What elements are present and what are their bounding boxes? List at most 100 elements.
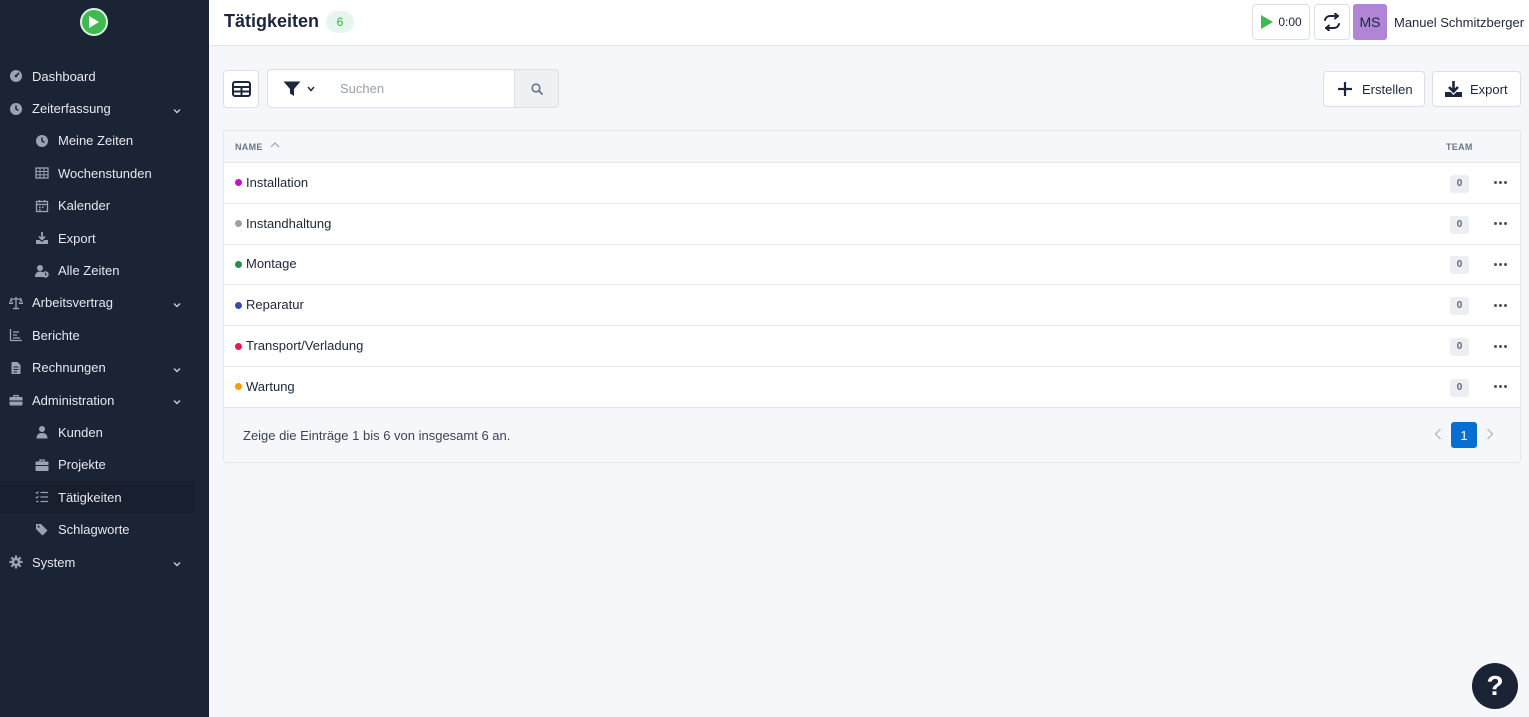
team-count-badge: 0: [1450, 256, 1469, 275]
sidebar-item-system[interactable]: System: [0, 546, 209, 578]
sidebar-item-rechnungen[interactable]: Rechnungen: [0, 352, 209, 384]
more-actions-icon[interactable]: [1492, 340, 1508, 352]
logo[interactable]: [80, 8, 108, 36]
create-button[interactable]: Erstellen: [1323, 71, 1425, 107]
activity-name[interactable]: Installation: [246, 175, 308, 191]
table-row[interactable]: Reparatur 0: [224, 285, 1520, 327]
table-row[interactable]: Montage 0: [224, 245, 1520, 286]
sidebar-item-administration[interactable]: Administration: [0, 384, 209, 416]
table-header: Name Team: [224, 131, 1520, 163]
chart-icon: [9, 328, 23, 342]
briefcase-icon: [35, 458, 49, 472]
chevron-down-icon: [306, 86, 315, 92]
sidebar-item-arbeitsvertrag[interactable]: Arbeitsvertrag: [0, 287, 209, 319]
sidebar-item-berichte[interactable]: Berichte: [0, 319, 209, 351]
timer-label: 0:00: [1278, 15, 1302, 29]
help-button[interactable]: ?: [1472, 663, 1518, 709]
count-badge: 6: [326, 11, 354, 33]
sidebar-item-label: Administration: [32, 392, 115, 408]
table-row[interactable]: Installation 0: [224, 163, 1520, 204]
more-actions-icon[interactable]: [1492, 299, 1508, 311]
more-actions-icon[interactable]: [1492, 381, 1508, 393]
color-dot: [235, 383, 242, 391]
sidebar-item-kunden[interactable]: Kunden: [0, 416, 209, 448]
search-input[interactable]: [329, 69, 515, 108]
sidebar-item-label: Wochenstunden: [58, 165, 152, 181]
sidebar-item-zeiterfassung[interactable]: Zeiterfassung: [0, 92, 209, 124]
activities-table: Name Team Installation 0 Instandhaltung 0 Mo…: [223, 130, 1521, 463]
page-title: Tätigkeiten: [224, 11, 320, 31]
clock-icon: [35, 134, 49, 148]
header: Tätigkeiten 6 0:00 MS Manuel Schmitzberg…: [209, 0, 1529, 46]
search-button[interactable]: [514, 69, 559, 108]
sidebar-item-kalender[interactable]: Kalender: [0, 190, 209, 222]
sidebar-item-label: Export: [58, 230, 96, 246]
sidebar-item-dashboard[interactable]: Dashboard: [0, 60, 209, 92]
team-count-badge: 0: [1450, 215, 1469, 234]
sidebar-item-schlagworte[interactable]: Schlagworte: [0, 513, 209, 545]
sidebar-item-projekte[interactable]: Projekte: [0, 449, 209, 481]
create-label: Erstellen: [1362, 81, 1413, 97]
color-dot: [235, 260, 242, 268]
page-number-button[interactable]: 1: [1451, 422, 1477, 448]
sidebar-item-alle-zeiten[interactable]: Alle Zeiten: [0, 254, 209, 286]
user-icon: [35, 425, 49, 439]
sidebar-item-label: Tätigkeiten: [58, 489, 122, 505]
filter-button[interactable]: [267, 69, 330, 108]
sidebar-item-wochenstunden[interactable]: Wochenstunden: [0, 157, 209, 189]
sidebar-item-taetigkeiten[interactable]: Tätigkeiten: [0, 481, 195, 514]
table-row[interactable]: Wartung 0: [224, 367, 1520, 408]
next-page-button[interactable]: [1483, 426, 1497, 442]
dashboard-icon: [9, 69, 23, 83]
column-header-name[interactable]: Name: [235, 142, 263, 152]
sidebar-item-label: Kalender: [58, 198, 111, 214]
sidebar: Dashboard Zeiterfassung Meine Zeiten Wochen…: [0, 0, 209, 717]
table-row[interactable]: Transport/Verladung 0: [224, 326, 1520, 367]
export-label: Export: [1470, 81, 1508, 97]
more-actions-icon[interactable]: [1492, 177, 1508, 189]
timer-button[interactable]: 0:00: [1252, 4, 1310, 40]
play-icon: [89, 16, 99, 28]
sync-button[interactable]: [1314, 4, 1350, 40]
team-count-badge: 0: [1450, 338, 1469, 357]
sidebar-item-label: Schlagworte: [58, 522, 130, 538]
previous-page-button[interactable]: [1431, 426, 1445, 442]
user-name[interactable]: Manuel Schmitzberger: [1394, 15, 1524, 30]
activity-name[interactable]: Montage: [246, 256, 297, 272]
table-view-button[interactable]: [223, 70, 259, 108]
avatar[interactable]: MS: [1353, 4, 1387, 40]
activity-name[interactable]: Wartung: [246, 379, 295, 395]
download-icon: [1445, 81, 1462, 97]
filter-icon: [283, 81, 300, 96]
clock-icon: [9, 102, 23, 116]
tasks-icon: [35, 490, 49, 504]
team-count-badge: 0: [1450, 174, 1469, 193]
activity-name[interactable]: Reparatur: [246, 297, 304, 313]
sort-ascending-icon[interactable]: [270, 140, 280, 150]
invoice-icon: [9, 361, 23, 375]
more-actions-icon[interactable]: [1492, 258, 1508, 270]
sidebar-item-label: Alle Zeiten: [58, 263, 120, 279]
sidebar-item-label: Zeiterfassung: [32, 101, 111, 117]
plus-icon: [1338, 82, 1352, 96]
sidebar-item-meine-zeiten[interactable]: Meine Zeiten: [0, 125, 209, 157]
more-actions-icon[interactable]: [1492, 218, 1508, 230]
activity-name[interactable]: Instandhaltung: [246, 216, 331, 232]
sidebar-item-label: Projekte: [58, 457, 106, 473]
sidebar-item-label: Rechnungen: [32, 360, 106, 376]
download-icon: [35, 231, 49, 245]
sidebar-item-export[interactable]: Export: [0, 222, 209, 254]
pagination-info: Zeige die Einträge 1 bis 6 von insgesamt…: [243, 428, 511, 443]
gear-icon: [9, 555, 23, 569]
user-clock-icon: [35, 264, 49, 278]
activity-name[interactable]: Transport/Verladung: [246, 338, 363, 354]
search-icon: [530, 82, 543, 95]
sidebar-nav: Dashboard Zeiterfassung Meine Zeiten Wochen…: [0, 60, 209, 578]
sidebar-item-label: Kunden: [58, 424, 103, 440]
export-button[interactable]: Export: [1432, 71, 1521, 107]
sidebar-item-label: Arbeitsvertrag: [32, 295, 113, 311]
column-header-team[interactable]: Team: [1446, 142, 1473, 152]
sidebar-item-label: Meine Zeiten: [58, 133, 134, 149]
table-row[interactable]: Instandhaltung 0: [224, 204, 1520, 245]
table-icon: [35, 166, 49, 180]
